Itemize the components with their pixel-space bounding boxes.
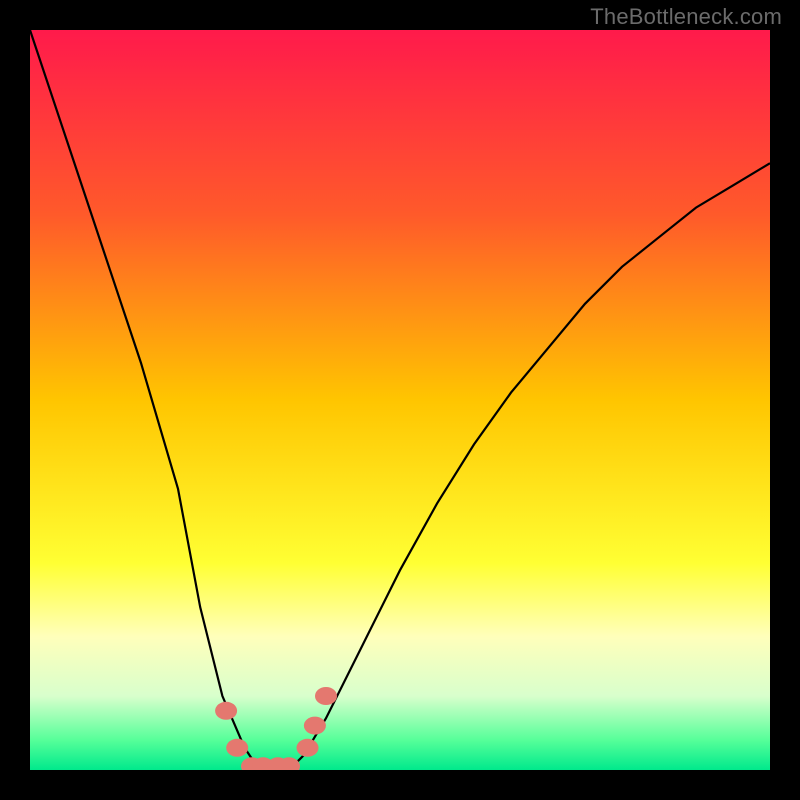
plot-svg: [30, 30, 770, 770]
plot-area: [30, 30, 770, 770]
watermark-text: TheBottleneck.com: [590, 4, 782, 30]
curve-marker: [215, 702, 237, 720]
curve-marker: [315, 687, 337, 705]
curve-marker: [297, 739, 319, 757]
curve-marker: [304, 717, 326, 735]
gradient-background: [30, 30, 770, 770]
chart-frame: TheBottleneck.com: [0, 0, 800, 800]
curve-marker: [226, 739, 248, 757]
